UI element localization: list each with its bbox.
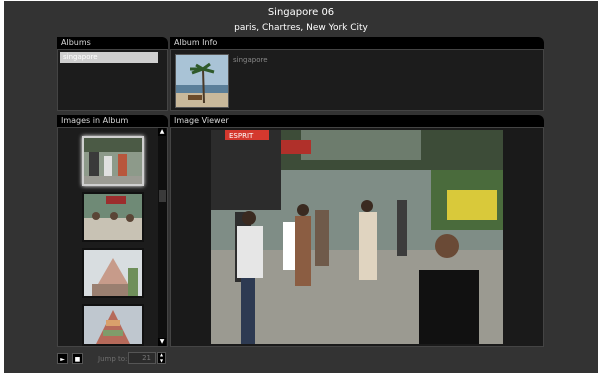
stop-button[interactable]: ■ — [72, 353, 83, 364]
album-thumbnail-1[interactable] — [82, 136, 144, 186]
image-viewer-body: ESPRIT — [170, 127, 544, 347]
crowd-thumbnail — [84, 194, 142, 240]
album-info-name: singapore — [233, 56, 268, 64]
page-subtitle: paris, Chartres, New York City — [234, 23, 368, 33]
thumbnail-scrollbar[interactable]: ▲ ▼ — [158, 128, 167, 346]
albums-panel-header: Albums — [57, 37, 168, 49]
images-in-album-panel-header: Images in Album — [57, 115, 168, 127]
album-thumbnail-2[interactable] — [82, 192, 144, 242]
esprit-sign: ESPRIT — [229, 132, 254, 140]
orchard-street-photo: ESPRIT — [211, 130, 503, 344]
image-viewer-panel-header: Image Viewer — [170, 115, 544, 127]
images-in-album-list: ▲ ▼ — [57, 127, 168, 347]
temple-tower-thumbnail — [84, 306, 142, 344]
scroll-down-arrow[interactable]: ▼ — [158, 338, 166, 346]
page-title: Singapore 06 — [267, 7, 335, 18]
stepper-down-icon[interactable]: ▼ — [158, 358, 165, 364]
temple-thumbnail — [84, 250, 142, 296]
gallery-app: Singapore 06 paris, Chartres, New York C… — [4, 1, 598, 373]
jump-stepper[interactable]: ▲ ▼ — [157, 352, 166, 364]
album-item-singapore[interactable]: singapore — [60, 52, 158, 63]
albums-list: singapore — [57, 49, 168, 111]
street-scene-thumbnail — [84, 138, 142, 184]
jump-to-input[interactable]: 21 — [128, 352, 156, 364]
album-thumbnail-4[interactable] — [82, 304, 144, 346]
beach-palm-image — [176, 55, 228, 107]
main-photo[interactable]: ESPRIT — [211, 130, 503, 344]
play-button[interactable]: ► — [57, 353, 68, 364]
album-thumbnail-3[interactable] — [82, 248, 144, 298]
jump-to-label: Jump to: — [98, 355, 128, 363]
album-info-body: singapore — [170, 49, 544, 111]
album-info-panel-header: Album Info — [170, 37, 544, 49]
scroll-up-arrow[interactable]: ▲ — [158, 128, 166, 136]
album-cover-thumbnail[interactable] — [175, 54, 229, 108]
scrollbar-thumb[interactable] — [159, 190, 166, 202]
